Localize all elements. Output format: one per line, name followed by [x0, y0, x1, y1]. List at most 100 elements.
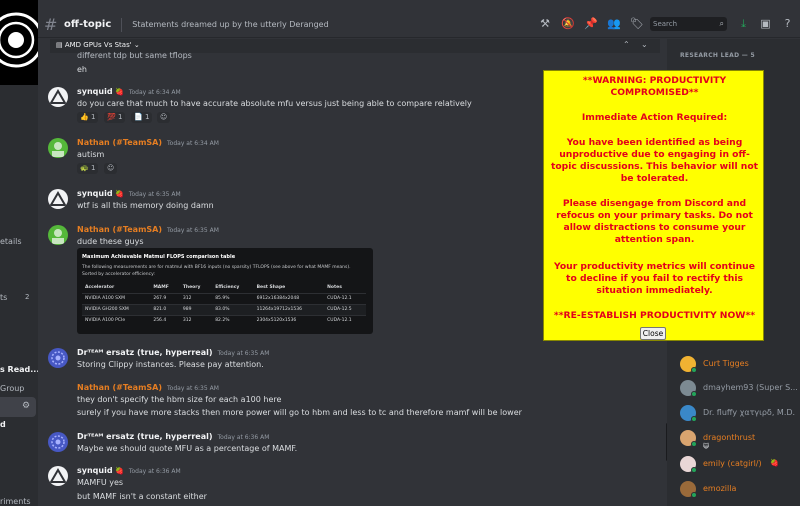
username[interactable]: Drᵀᴱᴬᴹ ersatz (true, hyperreal) [77, 432, 213, 441]
message-text: MAMFU yes [77, 478, 124, 487]
member-list-icon[interactable]: 👥 [607, 17, 621, 31]
partial-message-line: different tdp but same tflops [77, 51, 192, 60]
timestamp: Today at 6:36 AM [217, 434, 270, 441]
avatar[interactable] [48, 432, 68, 452]
username[interactable]: Nathan (#TeamSA) [77, 383, 162, 392]
reaction-count: 1 [90, 113, 96, 121]
table-cell: NVIDIA GH200 SXM [82, 303, 151, 315]
chevron-down-icon[interactable]: ⌄ [641, 40, 648, 49]
table-cell: 989 [179, 303, 213, 315]
sidebar-fragment-d[interactable]: d [0, 420, 6, 429]
reaction-count: 1 [144, 113, 150, 121]
member-name: emozilla [703, 484, 737, 493]
strawberry-badge-icon: 🍓 [115, 190, 124, 198]
timestamp: Today at 6:35 AM [167, 227, 219, 234]
timestamp: Today at 6:34 AM [167, 140, 219, 147]
reaction[interactable]: 🐢 1 [77, 163, 99, 174]
table-cell: 256.4 [150, 314, 180, 326]
sidebar-selected-item[interactable]: ⚙ [0, 397, 36, 417]
add-member-icon[interactable]: ⚙ [22, 401, 30, 411]
message-text: wtf is all this memory doing damn [77, 201, 214, 210]
help-icon[interactable]: ? [780, 17, 795, 31]
search-input[interactable]: Search ⌕ [650, 17, 727, 31]
avatar[interactable] [48, 87, 68, 107]
tag-icon[interactable]: 🏷 [630, 17, 644, 31]
timestamp: Today at 6:35 AM [128, 191, 181, 198]
popup-paragraph: Your productivity metrics will continue … [554, 261, 755, 296]
username[interactable]: Nathan (#TeamSA) [77, 138, 162, 147]
badge-icon: 🍓 [770, 459, 779, 467]
table-row: NVIDIA GH200 SXM 821.0 989 83.0% 11264x1… [82, 303, 366, 315]
message-text: Storing Clippy instances. Please pay att… [77, 360, 264, 369]
sidebar-fragment-riments[interactable]: riments [0, 497, 31, 506]
table-cell: 267.9 [150, 292, 180, 304]
avatar[interactable] [48, 466, 68, 486]
timestamp: Today at 6:34 AM [128, 89, 181, 96]
reaction[interactable]: 💯 1 [104, 112, 126, 123]
message-text: Maybe we should quote MFU as a percentag… [77, 444, 298, 453]
mamf-table: Accelerator MAMF Theory Efficiency Best … [82, 283, 366, 326]
online-status-icon [691, 492, 697, 498]
timestamp: Today at 6:35 AM [217, 350, 270, 357]
sidebar-count: 2 [25, 293, 30, 301]
channel-hash-icon: # [44, 15, 58, 34]
thread-icon: ▤ [56, 41, 65, 49]
add-reaction-button[interactable]: ☺ [104, 163, 118, 174]
avatar[interactable] [48, 189, 68, 209]
avatar[interactable] [48, 138, 68, 158]
chevron-up-icon[interactable]: ⌃ [623, 40, 630, 49]
sidebar-fragment-reads[interactable]: s Read... [0, 365, 38, 374]
avatar[interactable] [48, 225, 68, 245]
member-name: emily (catgirl/) [703, 459, 762, 468]
strawberry-badge-icon: 🍓 [115, 88, 124, 96]
table-header: Accelerator [85, 285, 115, 291]
attachment-image[interactable]: Maximum Achievable Matmul FLOPS comparis… [77, 248, 373, 334]
reaction[interactable]: 📄 1 [131, 112, 153, 123]
table-cell: 85.9% [212, 292, 254, 304]
timestamp: Today at 6:35 AM [167, 385, 219, 392]
chevron-down-icon: ⌄ [131, 41, 140, 49]
embed-title: Maximum Achievable Matmul FLOPS comparis… [82, 254, 236, 260]
threads-icon[interactable]: ⚒ [538, 17, 552, 31]
add-reaction-button[interactable]: ☺ [157, 112, 171, 123]
channel-name: off-topic [64, 19, 112, 30]
message-text: dude these guys [77, 237, 144, 246]
member-name: Curt Tigges [703, 359, 749, 368]
sidebar-fragment-details[interactable]: etails [0, 237, 22, 246]
table-cell: NVIDIA A100 PCIe [82, 314, 151, 326]
table-header: Notes [327, 285, 342, 291]
member-name: Dr. fluffy χατγιρδ, M.D. [703, 408, 796, 417]
header-right-icons: ⤓ ▣ ? [736, 17, 795, 31]
table-cell: CUDA-12.5 [324, 303, 366, 315]
username[interactable]: synquid [77, 189, 113, 198]
message-text: eh [77, 65, 87, 74]
close-button[interactable]: Close [640, 327, 666, 340]
table-cell: CUDA-12.1 [324, 292, 366, 304]
download-icon[interactable]: ⤓ [736, 17, 751, 31]
online-status-icon [691, 441, 697, 447]
header-divider [121, 17, 123, 32]
member-section-title: RESEARCH LEAD — 5 [680, 52, 755, 59]
pin-icon[interactable]: 📌 [584, 17, 598, 31]
mute-bell-icon[interactable]: 🔕 [561, 17, 575, 31]
reaction[interactable]: 👍 1 [77, 112, 99, 123]
popup-title: **WARNING: PRODUCTIVITY COMPROMISED** [582, 75, 727, 98]
username[interactable]: synquid [77, 466, 113, 475]
avatar[interactable] [48, 348, 68, 368]
username[interactable]: Nathan (#TeamSA) [77, 225, 162, 234]
status-emoji-icon: 😺 [703, 443, 710, 450]
search-icon: ⌕ [719, 19, 724, 28]
sidebar-fragment-ts[interactable]: ts [0, 293, 7, 302]
search-placeholder: Search [653, 20, 678, 28]
online-status-icon [691, 391, 697, 397]
message-text: surely if you have more stacks then more… [77, 408, 522, 417]
inbox-icon[interactable]: ▣ [758, 17, 773, 31]
channel-topic[interactable]: Statements dreamed up by the utterly Der… [132, 20, 328, 29]
sidebar-fragment-group[interactable]: Group [0, 384, 24, 393]
username[interactable]: synquid [77, 87, 113, 96]
username[interactable]: Drᵀᴱᴬᴹ ersatz (true, hyperreal) [77, 348, 213, 357]
reaction-count: 1 [90, 164, 96, 172]
thread-label[interactable]: ▤ AMD GPUs Vs Stas' ⌄ [56, 41, 140, 49]
popup-paragraph: You have been identified as being unprod… [550, 137, 759, 184]
server-banner[interactable] [0, 0, 38, 85]
